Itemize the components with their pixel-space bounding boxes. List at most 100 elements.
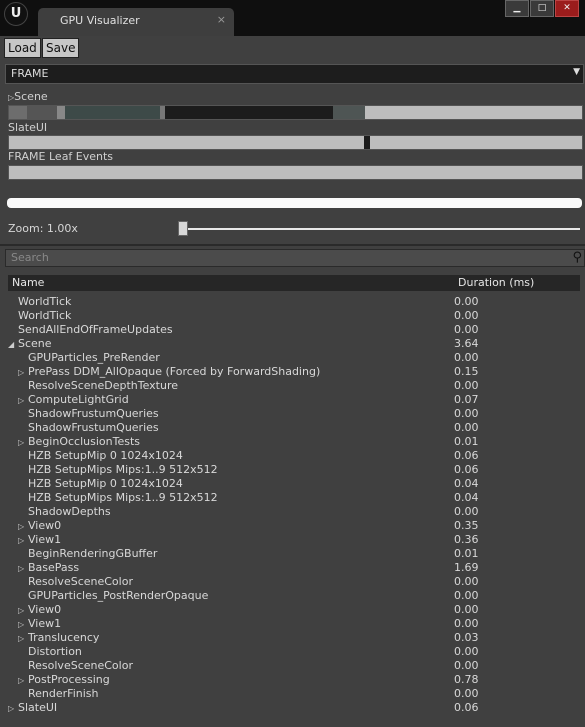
table-row[interactable]: HZB SetupMip 0 1024x1024 0.04 [8,477,580,491]
row-name-cell: ◢ Scene [8,337,52,352]
row-name-cell: SendAllEndOfFrameUpdates [8,323,173,337]
table-row[interactable]: ShadowDepths 0.00 [8,505,580,519]
timeline-segment [333,106,365,119]
event-tree-list: WorldTick 0.00 WorldTick 0.00 SendAllEndOfFr… [8,295,580,715]
row-name: BeginOcclusionTests [28,435,140,448]
table-row[interactable]: WorldTick 0.00 [8,309,580,323]
expand-arrow-icon[interactable]: ▷ [8,702,18,716]
window-controls: ▁ □ ✕ [505,0,579,17]
expand-arrow-icon[interactable]: ▷ [18,520,28,534]
table-row[interactable]: GPUParticles_PostRenderOpaque 0.00 [8,589,580,603]
table-row[interactable]: ▷ PostProcessing 0.78 [8,673,580,687]
table-row[interactable]: ▷ View0 0.35 [8,519,580,533]
table-row[interactable]: GPUParticles_PreRender 0.00 [8,351,580,365]
row-name-cell: ▷ Translucency [18,631,99,646]
scene-section-label[interactable]: ▷Scene [8,90,48,103]
zoom-slider-thumb[interactable] [178,221,188,236]
expand-arrow-icon[interactable]: ▷ [18,562,28,576]
save-button[interactable]: Save [42,38,80,58]
row-name: ResolveSceneColor [28,659,133,672]
leaf-events-bar[interactable] [8,165,583,180]
expand-arrow-icon[interactable]: ▷ [18,394,28,408]
search-input[interactable]: Search ⚲ [5,249,585,267]
timeline-segment [57,106,65,119]
table-row[interactable]: BeginRenderingGBuffer 0.01 [8,547,580,561]
table-row[interactable]: ▷ PrePass DDM_AllOpaque (Forced by Forwar… [8,365,580,379]
table-row[interactable]: ◢ Scene 3.64 [8,337,580,351]
table-row[interactable]: ShadowFrustumQueries 0.00 [8,421,580,435]
zoom-slider-track[interactable] [180,228,580,230]
row-duration: 0.06 [454,449,479,462]
scene-label-text: Scene [14,90,48,103]
load-button[interactable]: Load [4,38,41,58]
column-header-duration[interactable]: Duration (ms) [458,276,534,289]
row-name: GPUParticles_PostRenderOpaque [28,589,209,602]
row-duration: 0.78 [454,673,479,686]
row-name-cell: GPUParticles_PreRender [18,351,160,365]
scene-timeline-bar[interactable] [8,105,583,120]
table-row[interactable]: ▷ View1 0.36 [8,533,580,547]
column-header-name[interactable]: Name [12,276,44,289]
row-name-cell: ResolveSceneDepthTexture [18,379,178,393]
table-row[interactable]: ResolveSceneColor 0.00 [8,659,580,673]
row-duration: 0.36 [454,533,479,546]
row-name-cell: ShadowFrustumQueries [18,407,159,421]
row-name: HZB SetupMips Mips:1..9 512x512 [28,463,218,476]
table-row[interactable]: ▷ View0 0.00 [8,603,580,617]
row-duration: 0.00 [454,617,479,630]
tab-gpu-visualizer[interactable]: GPU Visualizer × [38,8,234,36]
expand-arrow-icon[interactable]: ▷ [18,618,28,632]
table-row[interactable]: SendAllEndOfFrameUpdates 0.00 [8,323,580,337]
timeline-segment [9,106,27,119]
frame-dropdown[interactable]: FRAME ▼ [5,64,584,84]
table-row[interactable]: ▷ BeginOcclusionTests 0.01 [8,435,580,449]
expand-arrow-icon[interactable]: ▷ [18,366,28,380]
row-duration: 0.00 [454,575,479,588]
table-row[interactable]: ResolveSceneDepthTexture 0.00 [8,379,580,393]
table-row[interactable]: HZB SetupMips Mips:1..9 512x512 0.06 [8,463,580,477]
table-row[interactable]: HZB SetupMip 0 1024x1024 0.06 [8,449,580,463]
expand-arrow-icon[interactable]: ▷ [18,674,28,688]
search-icon[interactable]: ⚲ [572,250,582,265]
expand-arrow-icon[interactable]: ▷ [18,604,28,618]
table-row[interactable]: ▷ ComputeLightGrid 0.07 [8,393,580,407]
table-row[interactable]: ResolveSceneColor 0.00 [8,575,580,589]
row-name: SlateUI [18,701,58,714]
table-row[interactable]: ▷ Translucency 0.03 [8,631,580,645]
expand-arrow-icon[interactable]: ▷ [18,436,28,450]
timeline-segment [65,106,160,119]
close-window-button[interactable]: ✕ [555,0,579,17]
table-row[interactable]: ▷ BasePass 1.69 [8,561,580,575]
row-name-cell: HZB SetupMip 0 1024x1024 [18,449,183,463]
row-name-cell: HZB SetupMips Mips:1..9 512x512 [18,491,218,505]
table-row[interactable]: ▷ View1 0.00 [8,617,580,631]
row-name-cell: GPUParticles_PostRenderOpaque [18,589,208,603]
row-name: Distortion [28,645,82,658]
row-name-cell: ShadowFrustumQueries [18,421,159,435]
expand-arrow-icon[interactable]: ◢ [8,338,18,352]
row-duration: 0.06 [454,463,479,476]
minimize-button[interactable]: ▁ [505,0,529,17]
row-name: ShadowFrustumQueries [28,407,159,420]
row-duration: 0.04 [454,477,479,490]
table-row[interactable]: ▷ SlateUI 0.06 [8,701,580,715]
expand-arrow-icon[interactable]: ▷ [18,632,28,646]
slateui-timeline-bar[interactable] [8,135,583,150]
row-name-cell: WorldTick [8,309,71,323]
expand-arrow-icon[interactable]: ▷ [18,534,28,548]
row-name: WorldTick [18,295,72,308]
row-name: HZB SetupMips Mips:1..9 512x512 [28,491,218,504]
gpu-visualizer-window: Load Save FRAME ▼ ▷Scene SlateUI FRAME L… [0,36,585,727]
table-row[interactable]: WorldTick 0.00 [8,295,580,309]
table-row[interactable]: HZB SetupMips Mips:1..9 512x512 0.04 [8,491,580,505]
unreal-logo-icon: U [4,2,28,26]
tab-close-icon[interactable]: × [217,13,226,26]
table-row[interactable]: ShadowFrustumQueries 0.00 [8,407,580,421]
table-row[interactable]: RenderFinish 0.00 [8,687,580,701]
row-duration: 0.00 [454,351,479,364]
row-duration: 0.00 [454,379,479,392]
table-row[interactable]: Distortion 0.00 [8,645,580,659]
row-duration: 0.35 [454,519,479,532]
panel-divider[interactable] [0,244,585,246]
maximize-button[interactable]: □ [530,0,554,17]
